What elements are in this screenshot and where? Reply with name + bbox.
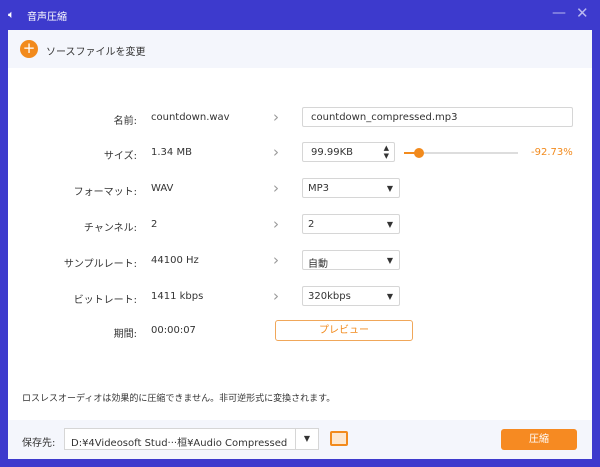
- value: countdown.wav: [151, 112, 230, 123]
- footer: 保存先: D:¥4Videosoft Stud···桓¥Audio Compre…: [8, 420, 592, 459]
- plus-icon: +: [20, 40, 38, 58]
- dropdown-icon: ▼: [386, 220, 393, 229]
- slider-handle[interactable]: [413, 148, 424, 158]
- minimize-button[interactable]: —: [552, 5, 566, 21]
- value: WAV: [151, 183, 174, 194]
- lossless-note: ロスレスオーディオは効果的に圧縮できません。非可逆形式に変換されます。: [22, 394, 336, 404]
- value: 44100 Hz: [151, 255, 199, 266]
- chevron-right-icon: ›: [273, 215, 279, 233]
- row-bitrate: ビットレート: 1411 kbps › 320kbps ▼: [8, 286, 592, 308]
- row-name: 名前: countdown.wav › countdown_compressed…: [8, 107, 592, 129]
- selected: MP3: [308, 183, 330, 194]
- selected: 自動: [308, 259, 328, 270]
- chevron-right-icon: ›: [273, 143, 279, 161]
- sample-rate-select[interactable]: 自動 ▼: [302, 250, 400, 270]
- title-bar: 🔈︎ 音声圧縮 — ✕: [0, 0, 600, 30]
- close-button[interactable]: ✕: [576, 4, 589, 22]
- row-channel: チャンネル: 2 › 2 ▼: [8, 214, 592, 236]
- value: 1.34 MB: [151, 147, 192, 158]
- save-path-input[interactable]: D:¥4Videosoft Stud···桓¥Audio Compressed: [64, 428, 295, 450]
- row-sample-rate: サンプルレート: 44100 Hz › 自動 ▼: [8, 250, 592, 272]
- reduction-percent: -92.73%: [531, 147, 573, 158]
- value: 1411 kbps: [151, 291, 204, 302]
- path-dropdown-button[interactable]: ▼: [295, 428, 319, 450]
- change-source-label: ソースファイルを変更: [46, 47, 146, 58]
- row-format: フォーマット: WAV › MP3 ▼: [8, 178, 592, 200]
- main-panel: + ソースファイルを変更 名前: countdown.wav › countdo…: [8, 30, 592, 459]
- value: 2: [151, 219, 158, 230]
- bitrate-select[interactable]: 320kbps ▼: [302, 286, 400, 306]
- folder-icon[interactable]: [330, 431, 348, 446]
- channel-select[interactable]: 2 ▼: [302, 214, 400, 234]
- stepper-arrows-icon[interactable]: ▲ ▼: [384, 144, 389, 160]
- label: サンプルレート:: [63, 259, 137, 270]
- label: 名前:: [113, 116, 137, 127]
- label: フォーマット:: [73, 187, 137, 198]
- dropdown-icon: ▼: [386, 184, 393, 193]
- chevron-right-icon: ›: [273, 251, 279, 269]
- dropdown-icon: ▼: [386, 292, 393, 301]
- selected: 320kbps: [308, 291, 351, 302]
- dropdown-icon: ▼: [386, 256, 393, 265]
- label: サイズ:: [103, 151, 137, 162]
- size-slider[interactable]: [404, 148, 518, 158]
- value: 00:00:07: [151, 325, 196, 336]
- preview-button[interactable]: プレビュー: [275, 320, 413, 341]
- chevron-right-icon: ›: [273, 179, 279, 197]
- size-stepper[interactable]: 99.99KB ▲ ▼: [302, 142, 395, 162]
- compress-button[interactable]: 圧縮: [501, 429, 577, 450]
- label: チャンネル:: [83, 223, 137, 234]
- size-value: 99.99KB: [311, 147, 354, 158]
- label: 期間:: [113, 329, 137, 340]
- output-name-input[interactable]: countdown_compressed.mp3: [302, 107, 573, 127]
- speaker-icon: 🔈︎: [8, 8, 15, 21]
- change-source-button[interactable]: + ソースファイルを変更: [8, 30, 592, 68]
- window-title: 音声圧縮: [27, 12, 67, 23]
- label: ビットレート:: [73, 295, 137, 306]
- chevron-right-icon: ›: [273, 287, 279, 305]
- chevron-right-icon: ›: [273, 108, 279, 126]
- row-size: サイズ: 1.34 MB › 99.99KB ▲ ▼ -92.73%: [8, 142, 592, 164]
- format-select[interactable]: MP3 ▼: [302, 178, 400, 198]
- selected: 2: [308, 219, 315, 230]
- save-to-label: 保存先:: [22, 438, 56, 449]
